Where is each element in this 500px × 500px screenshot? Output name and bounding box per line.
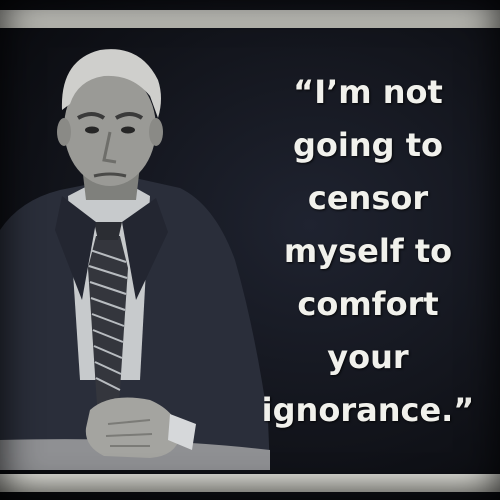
quote-text: “I’m not going to censor myself to comfo… (250, 66, 486, 437)
quote-line: myself to (283, 232, 453, 270)
quote-line: ignorance.” (261, 391, 475, 429)
quote-line: “I’m not (293, 73, 443, 111)
quote-line: censor (307, 179, 429, 217)
quote-line: your (327, 338, 409, 376)
left-ear (57, 118, 71, 146)
bottom-border-bar (0, 474, 500, 492)
quote-image: “I’m not going to censor myself to comfo… (0, 0, 500, 500)
quote-line: going to (293, 126, 443, 164)
tie-knot (94, 222, 122, 240)
quote-line: comfort (297, 285, 439, 323)
right-ear (149, 118, 163, 146)
